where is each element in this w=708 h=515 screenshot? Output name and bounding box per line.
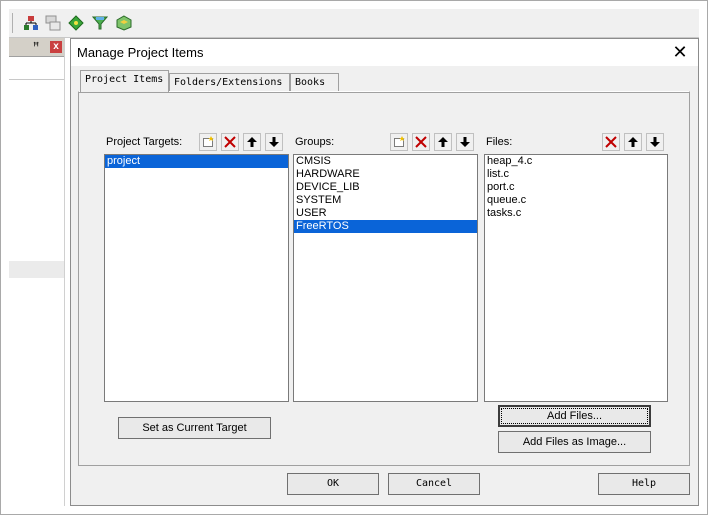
main-toolbar bbox=[9, 9, 699, 38]
project-pane: ꟸ x bbox=[9, 38, 65, 506]
move-down-file-icon[interactable] bbox=[646, 133, 664, 151]
funnel-icon[interactable] bbox=[89, 12, 111, 34]
toolbar-separator bbox=[12, 13, 13, 33]
groups-header: Groups: bbox=[293, 131, 478, 153]
list-item[interactable]: queue.c bbox=[485, 194, 667, 207]
window-frame: ꟸ x Manage Project Items ✕ Project Items… bbox=[0, 0, 708, 515]
ok-button[interactable]: OK bbox=[287, 473, 379, 495]
targets-header: Project Targets: bbox=[104, 131, 289, 153]
set-current-target-button[interactable]: Set as Current Target bbox=[118, 417, 271, 439]
list-item[interactable]: list.c bbox=[485, 168, 667, 181]
targets-listbox[interactable]: project bbox=[104, 154, 289, 402]
move-up-group-icon[interactable] bbox=[434, 133, 452, 151]
stacked-windows-icon[interactable] bbox=[42, 12, 64, 34]
tab-books[interactable]: Books bbox=[290, 73, 339, 91]
pane-header: ꟸ x bbox=[9, 38, 64, 57]
new-group-icon[interactable] bbox=[390, 133, 408, 151]
files-label: Files: bbox=[486, 136, 513, 148]
pane-row-highlight bbox=[9, 261, 64, 278]
delete-file-icon[interactable] bbox=[602, 133, 620, 151]
list-item[interactable]: tasks.c bbox=[485, 207, 667, 220]
list-item[interactable]: CMSIS bbox=[294, 155, 477, 168]
move-up-target-icon[interactable] bbox=[243, 133, 261, 151]
project-tree-icon[interactable] bbox=[20, 12, 42, 34]
tab-folders-extensions[interactable]: Folders/Extensions bbox=[169, 73, 290, 91]
list-item[interactable]: SYSTEM bbox=[294, 194, 477, 207]
move-down-target-icon[interactable] bbox=[265, 133, 283, 151]
targets-label: Project Targets: bbox=[106, 136, 183, 148]
move-up-file-icon[interactable] bbox=[624, 133, 642, 151]
dialog-title-bar: Manage Project Items ✕ bbox=[71, 39, 698, 66]
list-item[interactable]: FreeRTOS bbox=[294, 220, 477, 233]
delete-group-icon[interactable] bbox=[412, 133, 430, 151]
help-button[interactable]: Help bbox=[598, 473, 690, 495]
manage-project-items-dialog: Manage Project Items ✕ Project Items Fol… bbox=[70, 38, 699, 506]
list-item[interactable]: USER bbox=[294, 207, 477, 220]
files-listbox[interactable]: heap_4.c list.c port.c queue.c tasks.c bbox=[484, 154, 668, 402]
groups-label: Groups: bbox=[295, 136, 335, 148]
list-item[interactable]: port.c bbox=[485, 181, 667, 194]
list-item[interactable]: project bbox=[105, 155, 288, 168]
add-files-as-image-button[interactable]: Add Files as Image... bbox=[498, 431, 651, 453]
move-down-group-icon[interactable] bbox=[456, 133, 474, 151]
delete-target-icon[interactable] bbox=[221, 133, 239, 151]
groups-listbox[interactable]: CMSIS HARDWARE DEVICE_LIB SYSTEM USER Fr… bbox=[293, 154, 478, 402]
dialog-title: Manage Project Items bbox=[77, 45, 204, 60]
pane-divider bbox=[9, 79, 64, 80]
close-icon[interactable]: ✕ bbox=[670, 42, 690, 62]
add-files-button[interactable]: Add Files... bbox=[498, 405, 651, 427]
green-diamond-icon[interactable] bbox=[65, 12, 87, 34]
list-item[interactable]: heap_4.c bbox=[485, 155, 667, 168]
new-target-icon[interactable] bbox=[199, 133, 217, 151]
list-item[interactable]: HARDWARE bbox=[294, 168, 477, 181]
cancel-button[interactable]: Cancel bbox=[388, 473, 480, 495]
package-icon[interactable] bbox=[113, 12, 135, 34]
list-item[interactable]: DEVICE_LIB bbox=[294, 181, 477, 194]
close-pane-icon[interactable]: x bbox=[50, 41, 62, 53]
files-header: Files: bbox=[484, 131, 668, 153]
tab-panel: Project Targets: project Groups: CMSIS H… bbox=[78, 91, 690, 466]
pin-icon[interactable]: ꟸ bbox=[33, 40, 39, 53]
tab-project-items[interactable]: Project Items bbox=[80, 70, 169, 92]
